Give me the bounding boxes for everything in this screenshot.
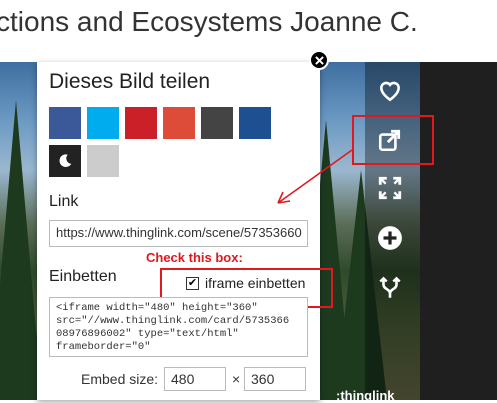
annotation-arrow [277, 149, 353, 204]
